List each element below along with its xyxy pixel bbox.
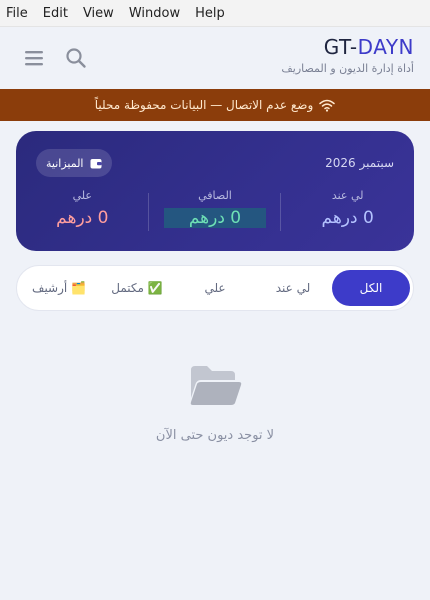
offline-banner-text: وضع عدم الاتصال — البيانات محفوظة محلياً (94, 98, 314, 112)
app-title-part2: DAYN (357, 35, 414, 59)
os-menubar: File Edit View Window Help (0, 0, 430, 27)
tab-i-owe[interactable]: علي (176, 270, 254, 306)
budget-button[interactable]: الميزانية (36, 149, 112, 177)
stat-owed-to-me: لي عند 0 درهم (281, 189, 414, 228)
brand: GT-DAYN أداة إدارة الديون و المصاريف (281, 35, 414, 75)
tab-all[interactable]: الكل (332, 270, 410, 306)
empty-state: لا توجد ديون حتى الآن (0, 362, 430, 443)
stat-i-owe: علي 0 درهم (16, 189, 149, 231)
search-icon (66, 48, 86, 68)
app-title-part1: GT- (323, 35, 358, 59)
stat-net-label: الصافي (198, 189, 232, 202)
stat-i-owe-value: 0 درهم (56, 208, 109, 228)
folder-open-icon (187, 362, 243, 412)
stat-net-value: 0 درهم (163, 208, 266, 228)
menu-view[interactable]: View (83, 6, 114, 21)
menu-button[interactable] (23, 47, 45, 69)
app-title: GT-DAYN (281, 35, 414, 59)
filter-tabs: الكل لي عند علي ✅ مكتمل 🗂️ أرشيف (16, 265, 414, 311)
month-label: سبتمبر 2026 (325, 156, 394, 170)
budget-button-label: الميزانية (46, 156, 84, 170)
stat-owed-to-me-value: 0 درهم (321, 208, 374, 228)
balance-card: سبتمبر 2026 الميزانية لي عند 0 درهم الصا… (16, 131, 414, 251)
balance-stats: لي عند 0 درهم الصافي 0 درهم علي 0 درهم (16, 189, 414, 231)
offline-banner: وضع عدم الاتصال — البيانات محفوظة محلياً (0, 89, 430, 121)
empty-state-text: لا توجد ديون حتى الآن (155, 428, 275, 443)
tab-completed[interactable]: ✅ مكتمل (98, 270, 176, 306)
stat-net: الصافي 0 درهم (149, 189, 282, 231)
stat-i-owe-label: علي (72, 189, 92, 202)
tab-owed-to-me[interactable]: لي عند (254, 270, 332, 306)
stat-owed-to-me-label: لي عند (331, 189, 364, 202)
app-subtitle: أداة إدارة الديون و المصاريف (281, 62, 414, 75)
tab-archive[interactable]: 🗂️ أرشيف (20, 270, 98, 306)
app-header: GT-DAYN أداة إدارة الديون و المصاريف (0, 27, 430, 89)
search-button[interactable] (65, 47, 87, 69)
hamburger-icon (25, 51, 43, 66)
menu-edit[interactable]: Edit (43, 6, 68, 21)
menu-window[interactable]: Window (129, 6, 180, 21)
menu-file[interactable]: File (6, 6, 28, 21)
menu-help[interactable]: Help (195, 6, 225, 21)
wallet-icon (90, 158, 102, 169)
wifi-icon (319, 99, 335, 112)
